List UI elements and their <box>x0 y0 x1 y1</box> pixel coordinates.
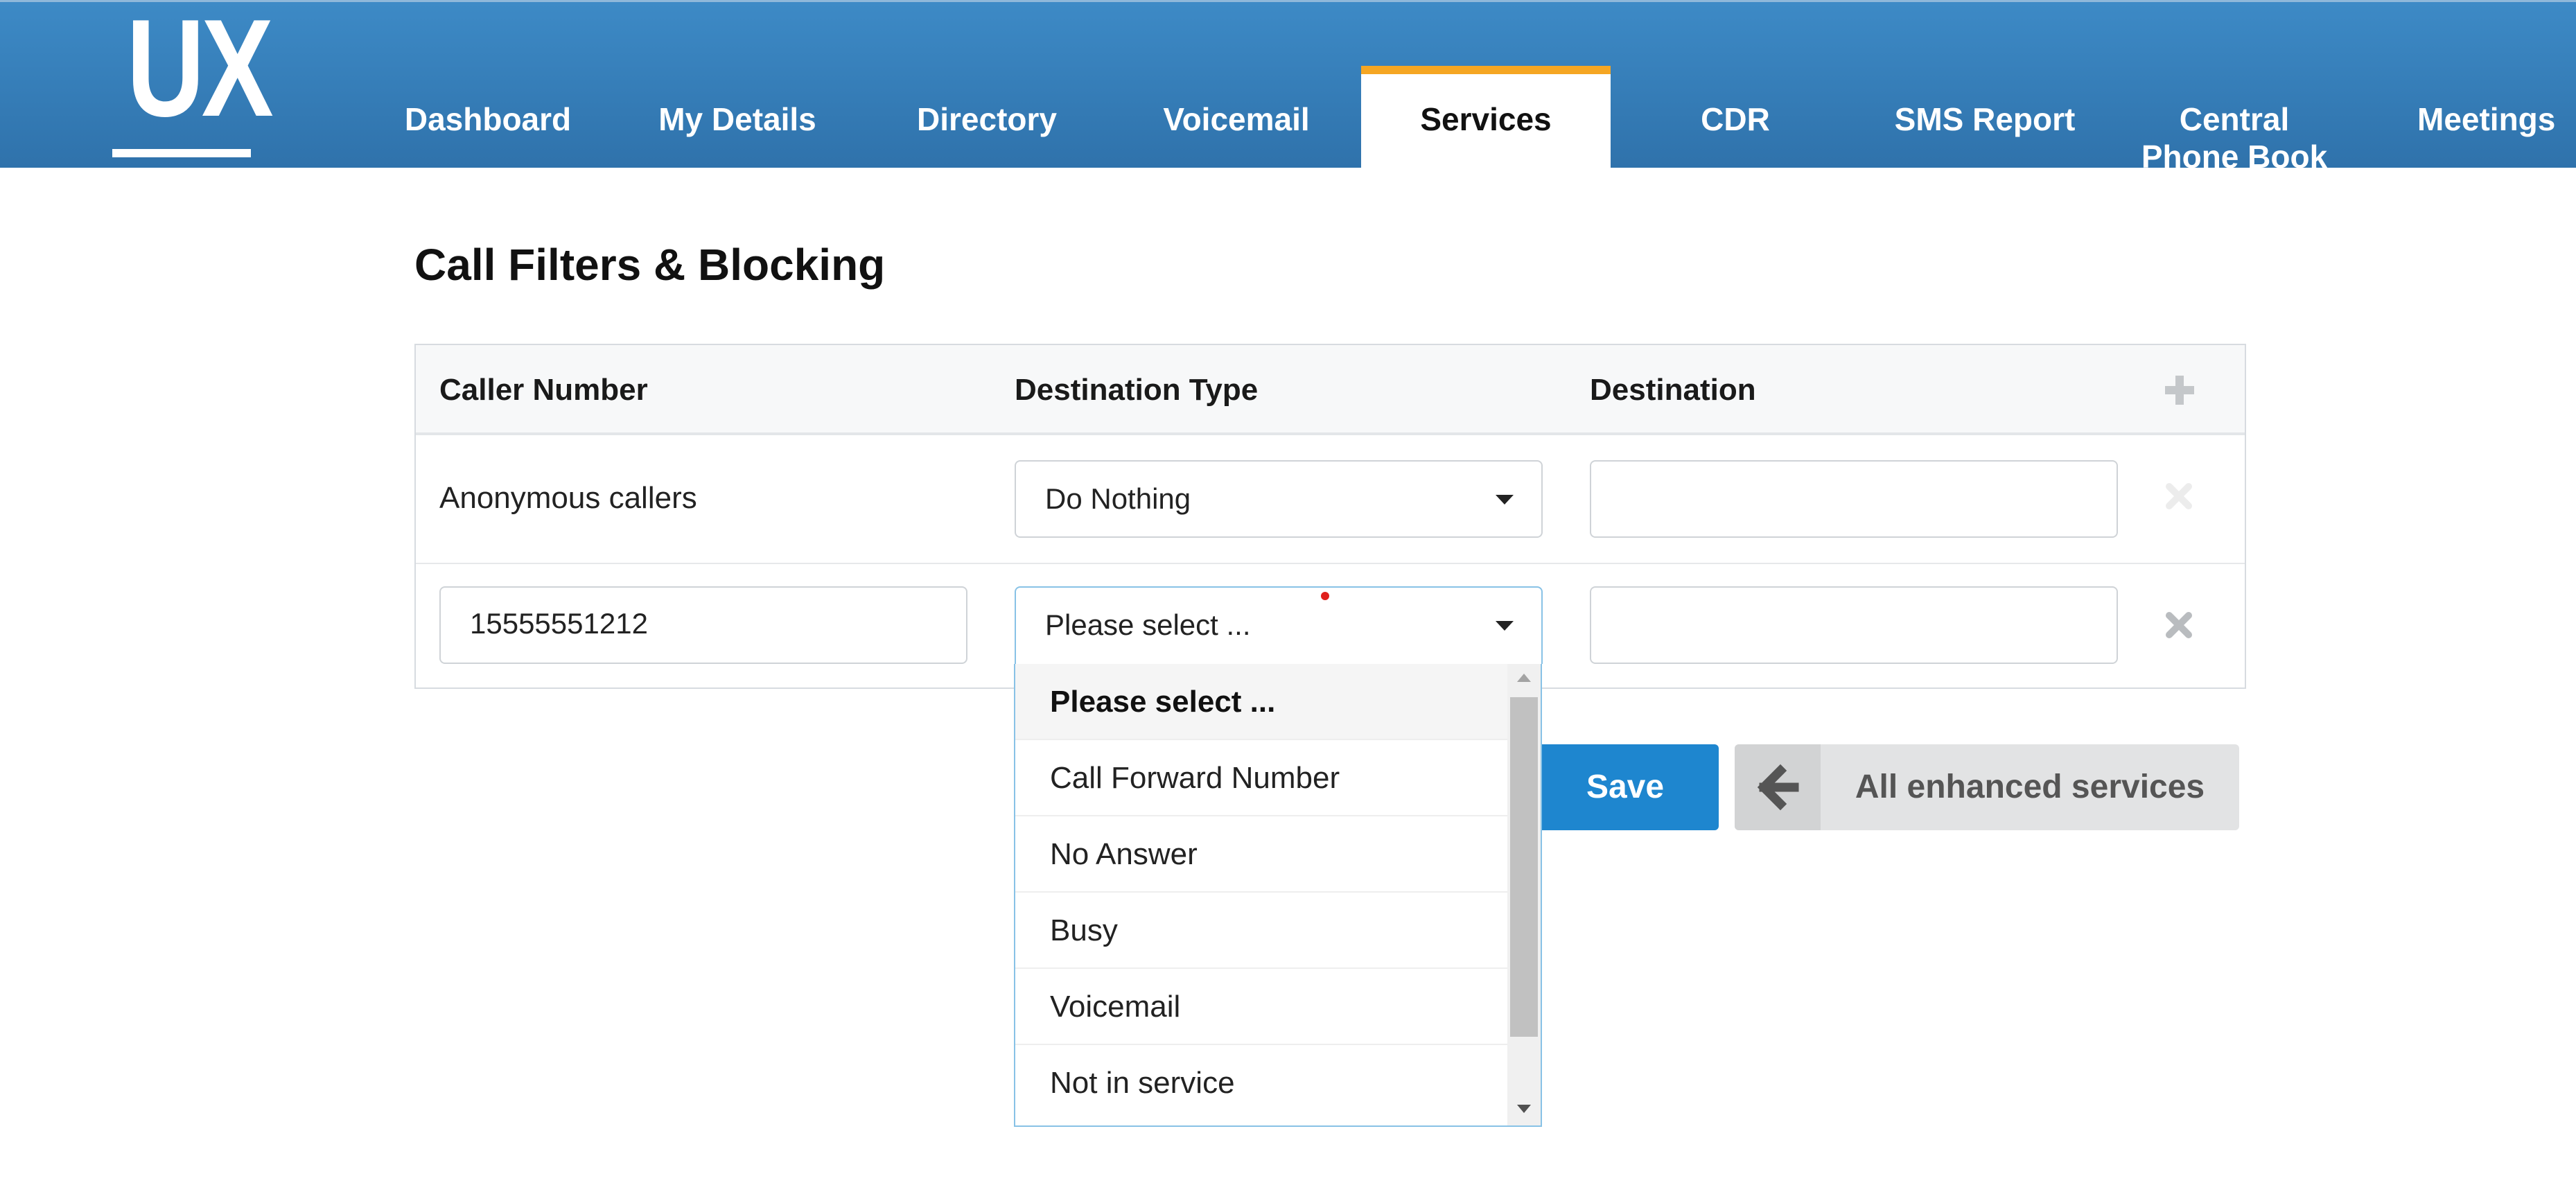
scroll-up-arrow-icon[interactable] <box>1517 674 1531 682</box>
dropdown-option-no-answer[interactable]: No Answer <box>1015 816 1507 893</box>
logo-underline <box>112 149 251 157</box>
destination-type-select[interactable]: Do Nothing <box>1015 460 1543 538</box>
destination-type-value: Do Nothing <box>1045 482 1191 515</box>
caller-number-text: Anonymous callers <box>439 481 697 515</box>
destination-type-value: Please select ... <box>1045 608 1251 641</box>
destination-input[interactable] <box>1590 586 2118 664</box>
close-icon[interactable] <box>2164 610 2194 640</box>
cursor-indicator <box>1321 592 1329 600</box>
arrow-left-icon <box>1735 744 1821 830</box>
dropdown-scrollbar[interactable] <box>1507 664 1541 1125</box>
dropdown-option-busy[interactable]: Busy <box>1015 893 1507 969</box>
caller-number-input[interactable]: 15555551212 <box>439 586 967 664</box>
nav-item-central-phone-book[interactable]: Central Phone Book <box>2110 66 2359 175</box>
scroll-down-arrow-icon[interactable] <box>1517 1105 1531 1113</box>
logo-text: UX <box>126 0 274 146</box>
top-navigation-bar: UX Dashboard My Details Directory Voicem… <box>0 0 2576 175</box>
destination-type-select[interactable]: Please select ... <box>1015 586 1543 664</box>
row-divider <box>416 563 2245 564</box>
dropdown-option-please-select[interactable]: Please select ... <box>1015 664 1507 740</box>
close-icon[interactable] <box>2164 481 2194 511</box>
nav-item-services[interactable]: Services <box>1361 66 1611 170</box>
ux-logo[interactable]: UX <box>111 0 274 167</box>
call-filters-table: Caller Number Destination Type Destinati… <box>414 344 2246 689</box>
nav-item-sms-report[interactable]: SMS Report <box>1860 66 2110 170</box>
nav-item-directory[interactable]: Directory <box>862 66 1112 170</box>
all-enhanced-services-label: All enhanced services <box>1855 769 2205 805</box>
column-header-destination-type: Destination Type <box>1015 373 1259 407</box>
chevron-down-icon <box>1496 495 1514 505</box>
plus-icon[interactable] <box>2162 373 2197 408</box>
nav-item-meetings[interactable]: Meetings <box>2359 66 2576 170</box>
dropdown-option-call-forward-number[interactable]: Call Forward Number <box>1015 740 1507 816</box>
table-header: Caller Number Destination Type Destinati… <box>416 345 2245 435</box>
column-header-destination: Destination <box>1590 373 1756 407</box>
page-title: Call Filters & Blocking <box>414 240 886 290</box>
nav-item-my-details[interactable]: My Details <box>613 66 862 170</box>
scrollbar-thumb[interactable] <box>1510 697 1538 1037</box>
all-enhanced-services-button[interactable]: All enhanced services <box>1735 744 2239 830</box>
nav-item-voicemail[interactable]: Voicemail <box>1112 66 1361 170</box>
dropdown-option-not-in-service[interactable]: Not in service <box>1015 1045 1507 1121</box>
dropdown-option-voicemail[interactable]: Voicemail <box>1015 969 1507 1045</box>
chevron-down-icon <box>1496 621 1514 631</box>
destination-input[interactable] <box>1590 460 2118 538</box>
column-header-caller-number: Caller Number <box>439 373 648 407</box>
destination-type-dropdown[interactable]: Please select ... Call Forward Number No… <box>1014 664 1542 1127</box>
nav-item-cdr[interactable]: CDR <box>1611 66 1860 170</box>
nav-item-dashboard[interactable]: Dashboard <box>363 66 613 170</box>
